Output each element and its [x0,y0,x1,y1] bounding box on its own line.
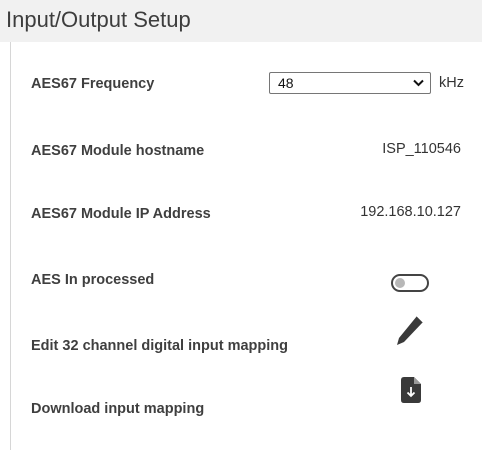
download-mapping-label: Download input mapping [31,401,205,417]
edit-mapping-label: Edit 32 channel digital input mapping [31,338,288,354]
frequency-unit: kHz [439,75,464,91]
hostname-value: ISP_110546 [382,141,461,157]
chevron-down-icon [413,79,424,87]
hostname-label: AES67 Module hostname [31,143,205,159]
ip-address-value: 192.168.10.127 [360,204,461,220]
toggle-knob [395,278,405,288]
settings-panel: AES67 Frequency 48 kHz AES67 Module host… [10,42,482,450]
frequency-select-value: 48 [278,75,294,91]
file-download-icon[interactable] [401,377,421,403]
aes-in-toggle[interactable] [391,274,429,292]
aes-in-label: AES In processed [31,272,155,288]
frequency-label: AES67 Frequency [31,76,155,92]
ip-address-label: AES67 Module IP Address [31,206,211,222]
pencil-icon[interactable] [395,314,425,348]
page-title: Input/Output Setup [6,7,191,32]
page-header: Input/Output Setup [0,0,482,42]
frequency-select[interactable]: 48 [269,72,431,94]
